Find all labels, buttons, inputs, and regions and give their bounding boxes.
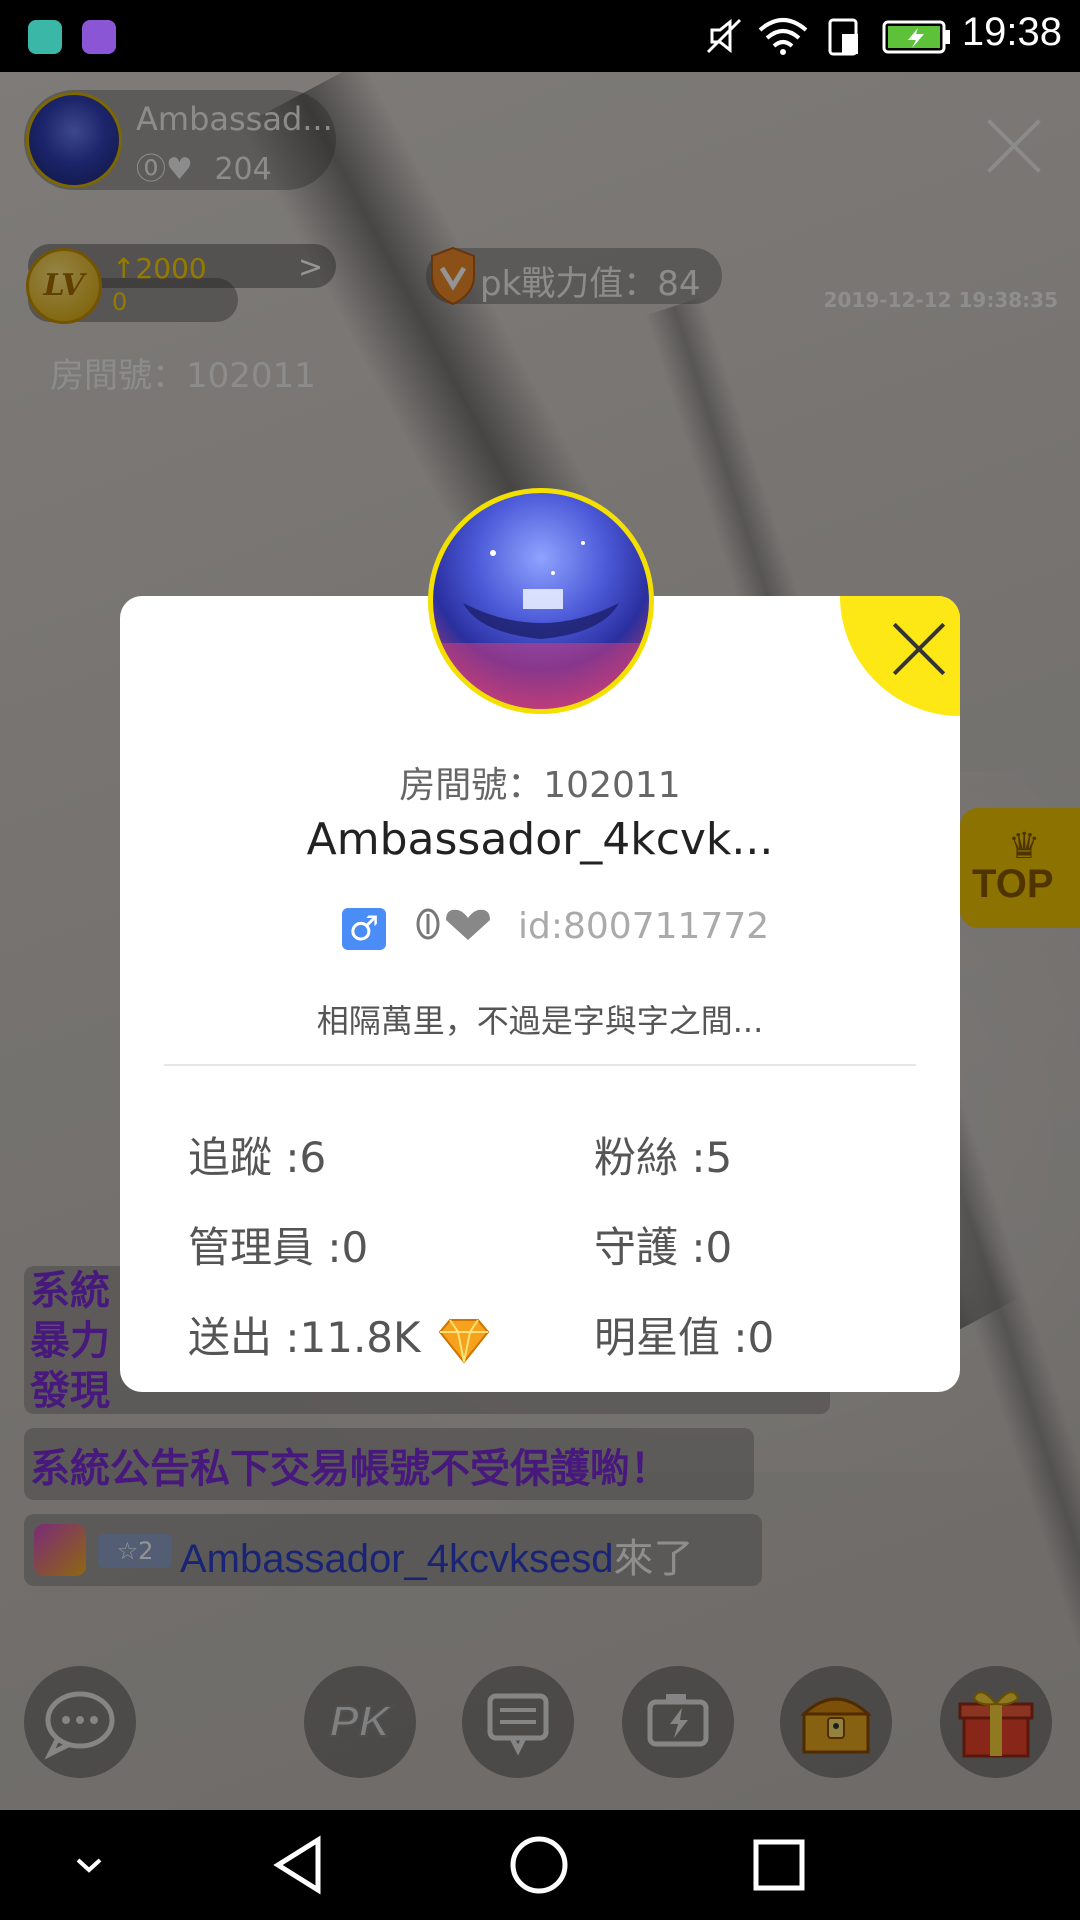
profile-name: Ambassador_4kcvk... [306,814,774,865]
avatar-image [433,541,649,709]
male-gender-icon: ♂ [342,908,386,950]
mute-icon [706,18,742,54]
navigation-bar [0,1810,1080,1920]
stat-admins[interactable]: 管理員 :0 [188,1214,368,1275]
profile-signature: 相隔萬里，不過是字與字之間... [316,1002,764,1040]
divider [164,1064,916,1066]
home-icon[interactable] [504,1830,574,1900]
stat-fans[interactable]: 粉絲 :5 [594,1124,732,1185]
diamond-icon [438,1318,490,1364]
stat-following[interactable]: 追蹤 :6 [188,1124,326,1185]
sim-icon [828,18,858,56]
profile-room-number: 房間號：102011 [399,765,681,806]
chevron-down-icon[interactable] [54,1830,124,1900]
status-bar: 19:38 [0,0,1080,72]
stat-star-value[interactable]: 明星值 :0 [594,1304,774,1365]
wifi-icon [758,18,808,55]
android-app-icon [28,20,62,54]
stat-guardians[interactable]: 守護 :0 [594,1214,732,1275]
heart-level-icon [416,908,490,940]
profile-avatar[interactable] [428,488,654,714]
profile-card: 房間號：102011 Ambassador_4kcvk... ♂ id:8007… [120,596,960,1392]
gallery-app-icon [82,20,116,54]
profile-user-id: id:800711772 [518,906,770,947]
battery-icon [882,20,950,54]
stat-sent-text: 送出 :11.8K [188,1313,421,1362]
clock: 19:38 [961,10,1062,54]
back-icon[interactable] [264,1830,334,1900]
close-icon[interactable] [890,620,948,678]
stat-sent[interactable]: 送出 :11.8K [188,1304,492,1366]
recents-icon[interactable] [744,1830,814,1900]
